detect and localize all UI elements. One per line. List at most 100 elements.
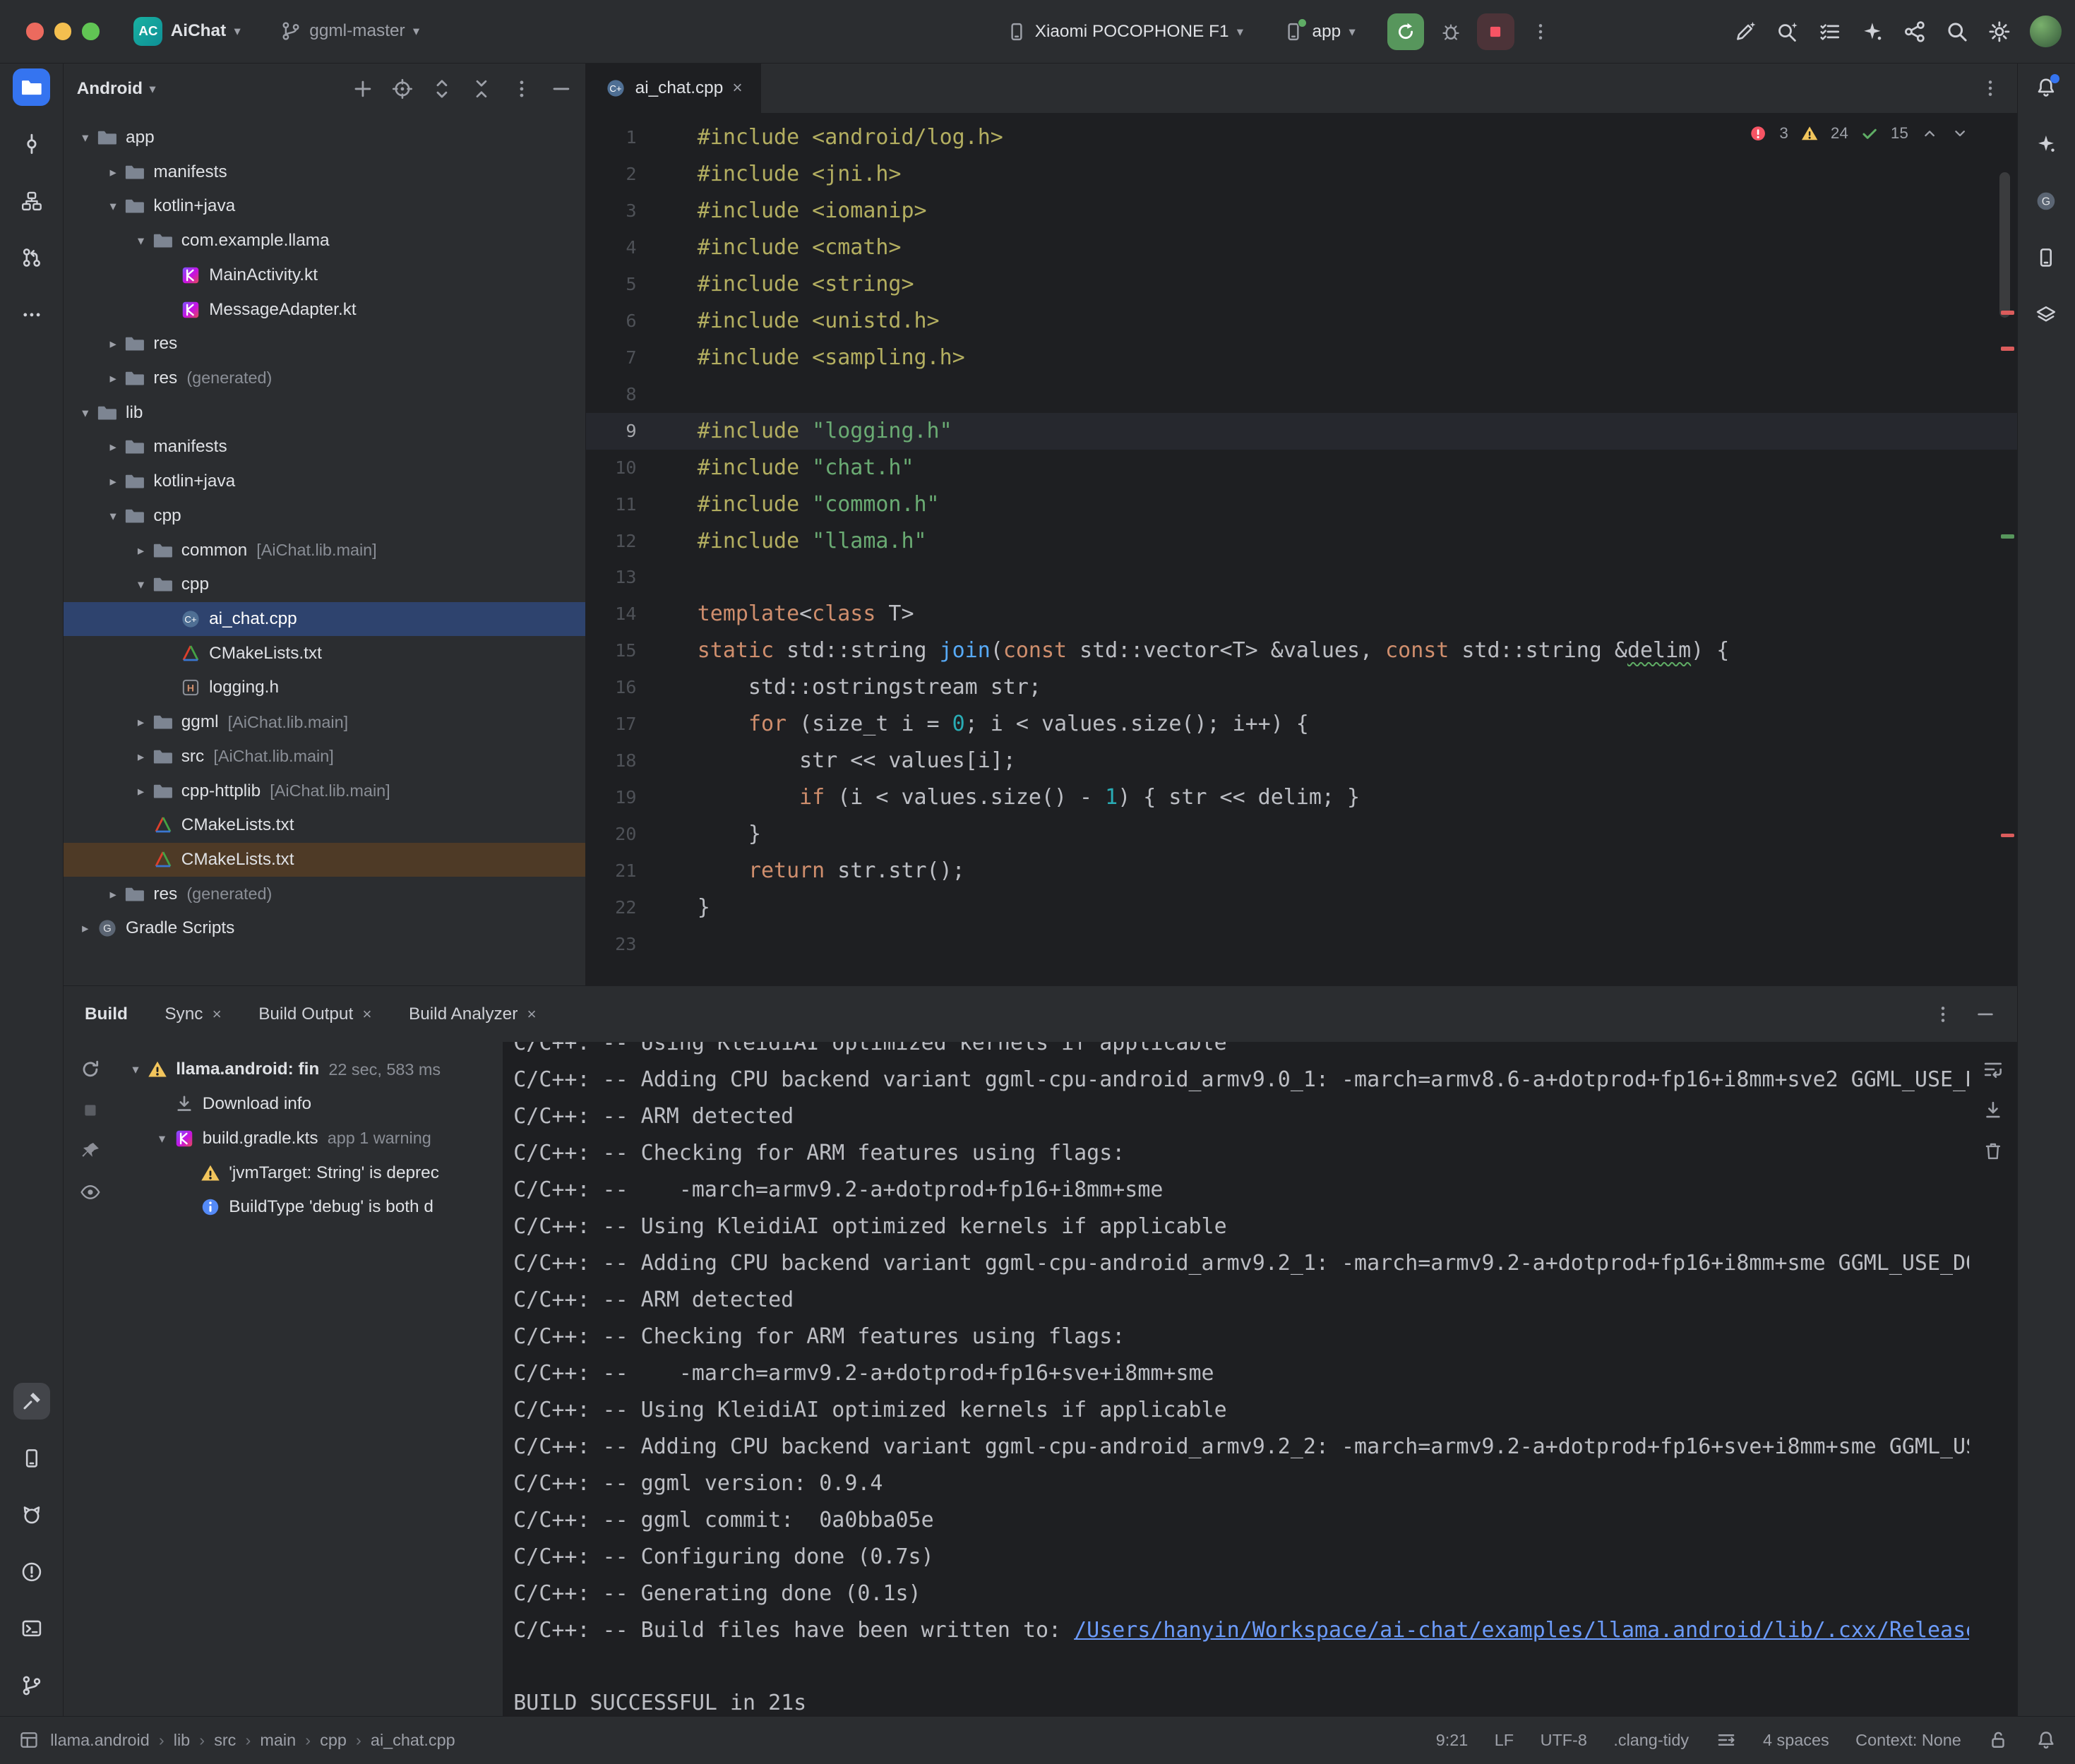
tree-item-buildtype-debug-is-both-d[interactable]: BuildType 'debug' is both d <box>116 1190 503 1225</box>
notifications-tool-button[interactable] <box>2028 68 2064 105</box>
terminal-tool-button[interactable] <box>13 1610 50 1647</box>
clear-console-icon[interactable] <box>1982 1140 2004 1163</box>
soft-wrap-icon[interactable] <box>1982 1058 2004 1081</box>
line-number[interactable]: 17 <box>586 706 697 743</box>
chevron-right-icon[interactable]: ▸ <box>130 543 153 558</box>
console-link[interactable]: /Users/hanyin/Workspace/ai-chat/examples… <box>1074 1618 1969 1643</box>
code-area[interactable]: 1#include <android/log.h>2#include <jni.… <box>586 114 2016 985</box>
line-number[interactable]: 15 <box>586 632 697 669</box>
tree-item-kotlin-java[interactable]: ▾kotlin+java <box>64 189 585 224</box>
tree-item-cmakelists-txt[interactable]: CMakeLists.txt <box>64 636 585 671</box>
tree-item-res[interactable]: ▸res(generated) <box>64 877 585 911</box>
tab-close-icon[interactable]: × <box>732 78 742 98</box>
code-line-19[interactable]: 19 if (i < values.size() - 1) { str << d… <box>586 779 2016 816</box>
chevron-right-icon[interactable]: ▸ <box>102 474 124 489</box>
tree-item-llama-android-fin[interactable]: ▾llama.android: fin22 sec, 583 ms <box>116 1052 503 1087</box>
chevron-down-icon[interactable]: ▾ <box>74 130 97 145</box>
code-text[interactable]: } <box>698 889 710 926</box>
passed-count[interactable]: 15 <box>1891 124 1908 143</box>
run-configuration-selector[interactable]: app ▾ <box>1272 16 1365 48</box>
chevron-down-icon[interactable]: ▾ <box>102 508 124 524</box>
chevron-down-icon[interactable]: ▾ <box>74 405 97 421</box>
device-selector[interactable]: Xiaomi POCOPHONE F1 ▾ <box>995 16 1255 48</box>
code-text[interactable]: #include <android/log.h> <box>698 119 1003 156</box>
code-line-8[interactable]: 8 <box>586 376 2016 413</box>
code-line-6[interactable]: 6#include <unistd.h> <box>586 303 2016 340</box>
debug-button[interactable] <box>1433 13 1469 50</box>
view-options-eye-icon[interactable] <box>79 1181 102 1204</box>
code-style-config[interactable]: .clang-tidy <box>1613 1731 1689 1750</box>
code-line-20[interactable]: 20 } <box>586 816 2016 853</box>
breadcrumb-item[interactable]: ai_chat.cpp <box>371 1731 455 1750</box>
breadcrumb-item[interactable]: main <box>260 1731 296 1750</box>
code-text[interactable]: return str.str(); <box>698 853 965 889</box>
breadcrumb-item[interactable]: src <box>214 1731 236 1750</box>
line-number[interactable]: 11 <box>586 486 697 523</box>
notifications-icon[interactable] <box>2035 1729 2057 1751</box>
ai-search-icon[interactable] <box>1776 20 1800 44</box>
line-number[interactable]: 20 <box>586 816 697 853</box>
code-text[interactable]: #include "common.h" <box>698 486 940 523</box>
tree-item-jvmtarget-string-is-deprec[interactable]: 'jvmTarget: String' is deprec <box>116 1156 503 1190</box>
expand-all-icon[interactable] <box>431 78 453 100</box>
chevron-right-icon[interactable]: ▸ <box>130 749 153 764</box>
profile-avatar[interactable] <box>2030 16 2062 47</box>
line-number[interactable]: 18 <box>586 743 697 779</box>
editor-options-kebab-icon[interactable] <box>1980 78 2001 99</box>
chevron-right-icon[interactable]: ▸ <box>102 887 124 902</box>
indent-setting[interactable]: 4 spaces <box>1763 1731 1829 1750</box>
tree-item-messageadapter-kt[interactable]: MessageAdapter.kt <box>64 292 585 327</box>
line-number[interactable]: 6 <box>586 303 697 340</box>
options-kebab-icon[interactable] <box>1932 1004 1954 1025</box>
line-number[interactable]: 12 <box>586 523 697 560</box>
next-problem-icon[interactable] <box>1951 124 1969 143</box>
collapse-all-icon[interactable] <box>470 78 493 100</box>
tree-item-src[interactable]: ▸src[AiChat.lib.main] <box>64 739 585 774</box>
chevron-down-icon[interactable]: ▾ <box>130 233 153 248</box>
line-number[interactable]: 22 <box>586 889 697 926</box>
tree-item-cpp-httplib[interactable]: ▸cpp-httplib[AiChat.lib.main] <box>64 774 585 808</box>
code-line-23[interactable]: 23 <box>586 926 2016 963</box>
project-selector[interactable]: AC AiChat ▾ <box>123 11 251 51</box>
chevron-right-icon[interactable]: ▸ <box>102 336 124 352</box>
code-text[interactable]: } <box>698 816 761 853</box>
error-stripe-mark[interactable] <box>2001 311 2014 315</box>
problems-tool-button[interactable] <box>13 1554 50 1590</box>
device-manager-tool-button[interactable] <box>13 1439 50 1476</box>
warning-count[interactable]: 24 <box>1831 124 1848 143</box>
line-number[interactable]: 2 <box>586 156 697 193</box>
gradle-tool-button[interactable]: G <box>2028 183 2064 220</box>
line-number[interactable]: 14 <box>586 596 697 632</box>
tree-item-lib[interactable]: ▾lib <box>64 395 585 430</box>
tree-item-logging-h[interactable]: Hlogging.h <box>64 671 585 705</box>
stop-sync-icon[interactable] <box>79 1099 102 1122</box>
pin-icon[interactable] <box>79 1140 102 1163</box>
line-number[interactable]: 5 <box>586 266 697 303</box>
tab-build-analyzer[interactable]: Build Analyzer × <box>409 1004 537 1024</box>
more-tool-windows-button[interactable] <box>13 296 49 333</box>
code-text[interactable]: template<class T> <box>698 596 914 632</box>
code-line-9[interactable]: 9#include "logging.h" <box>586 413 2016 450</box>
version-control-tool-button[interactable] <box>13 1667 50 1704</box>
line-number[interactable]: 23 <box>586 926 697 963</box>
tree-item-cpp[interactable]: ▾cpp <box>64 498 585 533</box>
chevron-right-icon[interactable]: ▸ <box>130 714 153 730</box>
structure-tool-button[interactable] <box>13 183 49 220</box>
code-text[interactable]: if (i < values.size() - 1) { str << deli… <box>698 779 1360 816</box>
chevron-down-icon[interactable]: ▾ <box>102 198 124 214</box>
code-text[interactable]: #include <cmath> <box>698 229 902 266</box>
hide-panel-icon[interactable] <box>550 78 573 100</box>
tree-item-download-info[interactable]: Download info <box>116 1087 503 1122</box>
device-explorer-tool-button[interactable] <box>2028 239 2064 276</box>
code-line-2[interactable]: 2#include <jni.h> <box>586 156 2016 193</box>
settings-icon[interactable] <box>1987 20 2011 44</box>
chevron-down-icon[interactable]: ▾ <box>151 1131 174 1146</box>
code-line-4[interactable]: 4#include <cmath> <box>586 229 2016 266</box>
tab-close-icon[interactable]: × <box>213 1005 222 1024</box>
context-widget[interactable]: Context: None <box>1855 1731 1961 1750</box>
code-line-14[interactable]: 14template<class T> <box>586 596 2016 632</box>
code-text[interactable]: #include "llama.h" <box>698 523 927 560</box>
breadcrumb-item[interactable]: lib <box>174 1731 190 1750</box>
error-count[interactable]: 3 <box>1779 124 1788 143</box>
scroll-to-end-icon[interactable] <box>1982 1099 2004 1122</box>
